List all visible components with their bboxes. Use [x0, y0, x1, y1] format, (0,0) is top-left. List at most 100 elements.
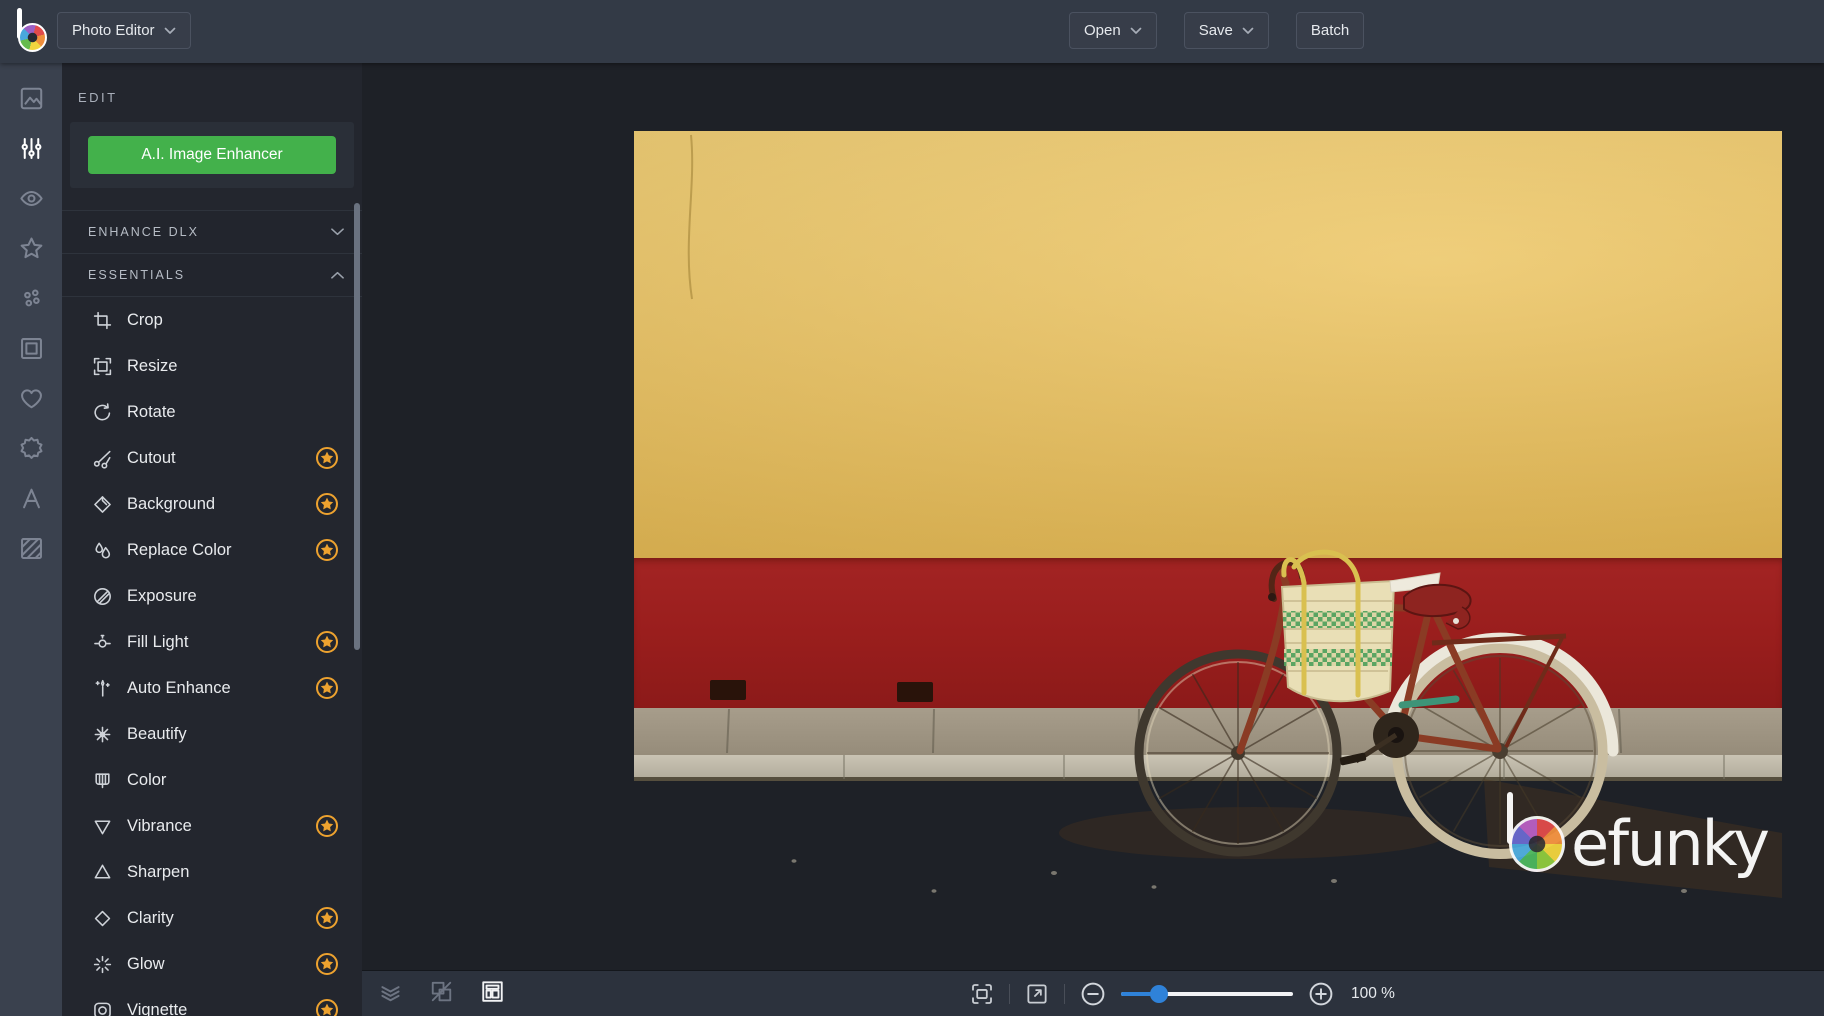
- heart-icon: [18, 385, 45, 412]
- expand-canvas-icon[interactable]: [1025, 982, 1049, 1006]
- tool-item-beautify[interactable]: Beautify: [62, 711, 362, 757]
- layers-stack-button[interactable]: [378, 979, 403, 1009]
- zoom-controls: 100 %: [970, 971, 1395, 1016]
- bottom-left-tools: [378, 979, 505, 1009]
- save-button[interactable]: Save: [1184, 12, 1269, 49]
- premium-star-icon: [315, 446, 339, 470]
- rail-item-overlays[interactable]: [0, 423, 62, 473]
- tool-label: Vignette: [127, 1001, 315, 1016]
- clarity-icon: [92, 908, 113, 929]
- tool-item-replace-color[interactable]: Replace Color: [62, 527, 362, 573]
- vignette-icon: [92, 1000, 113, 1016]
- separator: [1009, 984, 1010, 1004]
- background-icon: [92, 494, 113, 515]
- bottom-toolbar: 100 %: [362, 970, 1824, 1016]
- premium-star-icon: [315, 998, 339, 1016]
- eye-icon: [18, 185, 45, 212]
- texture-icon: [18, 535, 45, 562]
- tool-label: Vibrance: [127, 817, 315, 836]
- tool-label: Color: [127, 771, 339, 790]
- edit-panel: EDIT A.I. Image Enhancer ENHANCE DLX ESS…: [62, 63, 362, 1016]
- zoom-slider-thumb[interactable]: [1150, 985, 1168, 1003]
- tool-item-glow[interactable]: Glow: [62, 941, 362, 987]
- tools-list: Crop Resize Rotate Cutout Background Replace …: [62, 297, 362, 1016]
- rail-item-artsy[interactable]: [0, 223, 62, 273]
- tool-item-color[interactable]: Color: [62, 757, 362, 803]
- vibrance-icon: [92, 816, 113, 837]
- panel-title: EDIT: [62, 63, 362, 105]
- befunky-watermark: efunky: [1509, 814, 1768, 872]
- tool-item-auto-enhance[interactable]: Auto Enhance: [62, 665, 362, 711]
- layers-stack-icon: [378, 979, 403, 1004]
- top-bar: Photo Editor Open Save Batch: [0, 0, 1824, 63]
- bicycle-graphic: [634, 131, 1782, 898]
- rail-item-edit[interactable]: [0, 123, 62, 173]
- ai-image-enhancer-button[interactable]: A.I. Image Enhancer: [88, 136, 336, 174]
- premium-star-icon: [315, 814, 339, 838]
- color-icon: [92, 770, 113, 791]
- app-menu-label: Photo Editor: [72, 22, 155, 39]
- premium-star-icon: [315, 492, 339, 516]
- section-essentials[interactable]: ESSENTIALS: [62, 254, 362, 297]
- zoom-out-button[interactable]: [1080, 981, 1106, 1007]
- tool-category-rail: [0, 63, 62, 1016]
- panel-scrollbar[interactable]: [354, 203, 360, 650]
- tool-label: Sharpen: [127, 863, 339, 882]
- chevron-down-icon: [1242, 27, 1254, 35]
- flatten-icon: [429, 979, 454, 1004]
- app-menu-button[interactable]: Photo Editor: [57, 12, 191, 49]
- tool-item-rotate[interactable]: Rotate: [62, 389, 362, 435]
- rail-item-textures[interactable]: [0, 523, 62, 573]
- tool-label: Background: [127, 495, 315, 514]
- chevron-down-icon: [164, 27, 176, 35]
- tool-item-vibrance[interactable]: Vibrance: [62, 803, 362, 849]
- rail-item-image-manager[interactable]: [0, 73, 62, 123]
- tool-item-background[interactable]: Background: [62, 481, 362, 527]
- tool-item-cutout[interactable]: Cutout: [62, 435, 362, 481]
- watermark-text: efunky: [1571, 815, 1768, 872]
- tool-item-fill-light[interactable]: Fill Light: [62, 619, 362, 665]
- premium-star-icon: [315, 538, 339, 562]
- tool-label: Cutout: [127, 449, 315, 468]
- premium-star-icon: [315, 952, 339, 976]
- tool-label: Resize: [127, 357, 339, 376]
- flatten-button[interactable]: [429, 979, 454, 1009]
- photo-canvas[interactable]: efunky: [634, 131, 1782, 898]
- canvas-manager-button[interactable]: [480, 979, 505, 1009]
- premium-star-icon: [315, 906, 339, 930]
- zoom-level-label: 100 %: [1351, 985, 1395, 1003]
- tool-label: Rotate: [127, 403, 339, 422]
- replace-color-icon: [92, 540, 113, 561]
- chevron-down-icon: [1130, 27, 1142, 35]
- fill-light-icon: [92, 632, 113, 653]
- zoom-in-button[interactable]: [1308, 981, 1334, 1007]
- rail-item-touch-up[interactable]: [0, 273, 62, 323]
- cutout-icon: [92, 448, 113, 469]
- rail-item-frames[interactable]: [0, 323, 62, 373]
- topbar-actions: Open Save Batch: [1069, 12, 1364, 49]
- tool-item-clarity[interactable]: Clarity: [62, 895, 362, 941]
- rail-item-effects[interactable]: [0, 173, 62, 223]
- rail-item-graphics[interactable]: [0, 373, 62, 423]
- tool-item-vignette[interactable]: Vignette: [62, 987, 362, 1016]
- fit-to-screen-icon[interactable]: [970, 982, 994, 1006]
- zoom-slider[interactable]: [1121, 985, 1293, 1003]
- tool-item-crop[interactable]: Crop: [62, 297, 362, 343]
- befunky-logo-icon: [13, 10, 55, 54]
- tool-item-resize[interactable]: Resize: [62, 343, 362, 389]
- rail-item-text[interactable]: [0, 473, 62, 523]
- image-icon: [18, 85, 45, 112]
- ai-enhancer-block: A.I. Image Enhancer: [70, 122, 354, 188]
- dots-icon: [18, 285, 45, 312]
- star-icon: [18, 235, 45, 262]
- tool-item-sharpen[interactable]: Sharpen: [62, 849, 362, 895]
- premium-star-icon: [315, 676, 339, 700]
- tool-label: Exposure: [127, 587, 339, 606]
- tool-label: Fill Light: [127, 633, 315, 652]
- section-enhance-dlx[interactable]: ENHANCE DLX: [62, 211, 362, 254]
- tool-item-exposure[interactable]: Exposure: [62, 573, 362, 619]
- tool-label: Clarity: [127, 909, 315, 928]
- batch-button[interactable]: Batch: [1296, 12, 1364, 49]
- sliders-icon: [18, 135, 45, 162]
- open-button[interactable]: Open: [1069, 12, 1157, 49]
